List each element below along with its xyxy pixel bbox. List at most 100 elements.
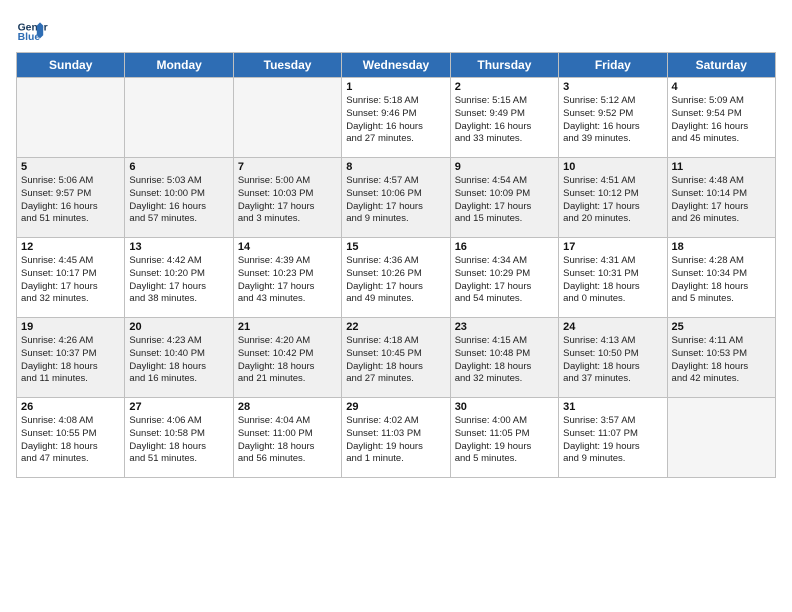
- day-number: 26: [21, 401, 120, 413]
- day-number: 14: [238, 241, 337, 253]
- calendar-cell: 21 Sunrise: 4:20 AM Sunset: 10:42 PM Dayl…: [233, 318, 341, 398]
- calendar-cell: 9 Sunrise: 4:54 AM Sunset: 10:09 PM Dayli…: [450, 158, 558, 238]
- day-number: 27: [129, 401, 228, 413]
- day-number: 11: [672, 161, 771, 173]
- day-info: Sunrise: 4:13 AM Sunset: 10:50 PM Daylig…: [563, 335, 662, 386]
- day-info: Sunrise: 4:48 AM Sunset: 10:14 PM Daylig…: [672, 175, 771, 226]
- calendar-cell: 17 Sunrise: 4:31 AM Sunset: 10:31 PM Dayl…: [559, 238, 667, 318]
- calendar-cell: 31 Sunrise: 3:57 AM Sunset: 11:07 PM Dayl…: [559, 398, 667, 478]
- day-header-monday: Monday: [125, 53, 233, 78]
- day-info: Sunrise: 3:57 AM Sunset: 11:07 PM Daylig…: [563, 415, 662, 466]
- day-number: 9: [455, 161, 554, 173]
- day-number: 18: [672, 241, 771, 253]
- day-number: 13: [129, 241, 228, 253]
- day-number: 15: [346, 241, 445, 253]
- calendar-cell: 18 Sunrise: 4:28 AM Sunset: 10:34 PM Dayl…: [667, 238, 775, 318]
- day-info: Sunrise: 4:26 AM Sunset: 10:37 PM Daylig…: [21, 335, 120, 386]
- day-number: 29: [346, 401, 445, 413]
- calendar-cell: 10 Sunrise: 4:51 AM Sunset: 10:12 PM Dayl…: [559, 158, 667, 238]
- calendar-cell: 28 Sunrise: 4:04 AM Sunset: 11:00 PM Dayl…: [233, 398, 341, 478]
- logo-icon: General Blue: [16, 16, 48, 48]
- calendar-cell: 15 Sunrise: 4:36 AM Sunset: 10:26 PM Dayl…: [342, 238, 450, 318]
- calendar-cell: 16 Sunrise: 4:34 AM Sunset: 10:29 PM Dayl…: [450, 238, 558, 318]
- day-info: Sunrise: 5:12 AM Sunset: 9:52 PM Dayligh…: [563, 95, 662, 146]
- day-number: 4: [672, 81, 771, 93]
- day-info: Sunrise: 4:54 AM Sunset: 10:09 PM Daylig…: [455, 175, 554, 226]
- day-info: Sunrise: 4:04 AM Sunset: 11:00 PM Daylig…: [238, 415, 337, 466]
- calendar-cell: 25Sunrise: 4:11 AM Sunset: 10:53 PM Dayl…: [667, 318, 775, 398]
- logo: General Blue: [16, 16, 48, 48]
- day-info: Sunrise: 4:31 AM Sunset: 10:31 PM Daylig…: [563, 255, 662, 306]
- day-number: 16: [455, 241, 554, 253]
- calendar-cell: [125, 78, 233, 158]
- calendar-cell: 13 Sunrise: 4:42 AM Sunset: 10:20 PM Dayl…: [125, 238, 233, 318]
- calendar-cell: 3 Sunrise: 5:12 AM Sunset: 9:52 PM Daylig…: [559, 78, 667, 158]
- day-info: Sunrise: 4:45 AM Sunset: 10:17 PM Daylig…: [21, 255, 120, 306]
- day-info: Sunrise: 4:57 AM Sunset: 10:06 PM Daylig…: [346, 175, 445, 226]
- calendar-cell: 4 Sunrise: 5:09 AM Sunset: 9:54 PM Daylig…: [667, 78, 775, 158]
- day-header-tuesday: Tuesday: [233, 53, 341, 78]
- day-number: 7: [238, 161, 337, 173]
- calendar-cell: [233, 78, 341, 158]
- day-info: Sunrise: 4:20 AM Sunset: 10:42 PM Daylig…: [238, 335, 337, 386]
- calendar-cell: 29 Sunrise: 4:02 AM Sunset: 11:03 PM Dayl…: [342, 398, 450, 478]
- day-info: Sunrise: 4:06 AM Sunset: 10:58 PM Daylig…: [129, 415, 228, 466]
- day-number: 20: [129, 321, 228, 333]
- day-number: 19: [21, 321, 120, 333]
- calendar-cell: 12 Sunrise: 4:45 AM Sunset: 10:17 PM Dayl…: [17, 238, 125, 318]
- day-header-sunday: Sunday: [17, 53, 125, 78]
- calendar-cell: 1 Sunrise: 5:18 AM Sunset: 9:46 PM Daylig…: [342, 78, 450, 158]
- calendar-cell: 24 Sunrise: 4:13 AM Sunset: 10:50 PM Dayl…: [559, 318, 667, 398]
- day-header-saturday: Saturday: [667, 53, 775, 78]
- day-info: Sunrise: 4:08 AM Sunset: 10:55 PM Daylig…: [21, 415, 120, 466]
- day-info: Sunrise: 4:18 AM Sunset: 10:45 PM Daylig…: [346, 335, 445, 386]
- day-info: Sunrise: 4:11 AM Sunset: 10:53 PM Daylig…: [672, 335, 771, 386]
- day-info: Sunrise: 5:18 AM Sunset: 9:46 PM Dayligh…: [346, 95, 445, 146]
- calendar-cell: 19 Sunrise: 4:26 AM Sunset: 10:37 PM Dayl…: [17, 318, 125, 398]
- day-number: 24: [563, 321, 662, 333]
- day-header-wednesday: Wednesday: [342, 53, 450, 78]
- day-number: 12: [21, 241, 120, 253]
- day-number: 5: [21, 161, 120, 173]
- day-number: 22: [346, 321, 445, 333]
- calendar-cell: 23Sunrise: 4:15 AM Sunset: 10:48 PM Dayl…: [450, 318, 558, 398]
- day-number: 17: [563, 241, 662, 253]
- day-number: 10: [563, 161, 662, 173]
- day-number: 21: [238, 321, 337, 333]
- page-header: General Blue: [16, 16, 776, 48]
- calendar-cell: 22 Sunrise: 4:18 AM Sunset: 10:45 PM Dayl…: [342, 318, 450, 398]
- day-info: Sunrise: 4:42 AM Sunset: 10:20 PM Daylig…: [129, 255, 228, 306]
- calendar-cell: 6 Sunrise: 5:03 AM Sunset: 10:00 PM Dayli…: [125, 158, 233, 238]
- day-info: Sunrise: 5:03 AM Sunset: 10:00 PM Daylig…: [129, 175, 228, 226]
- day-number: 1: [346, 81, 445, 93]
- day-info: Sunrise: 5:06 AM Sunset: 9:57 PM Dayligh…: [21, 175, 120, 226]
- day-number: 31: [563, 401, 662, 413]
- day-header-thursday: Thursday: [450, 53, 558, 78]
- day-number: 6: [129, 161, 228, 173]
- day-info: Sunrise: 5:09 AM Sunset: 9:54 PM Dayligh…: [672, 95, 771, 146]
- calendar-table: SundayMondayTuesdayWednesdayThursdayFrid…: [16, 52, 776, 478]
- day-header-friday: Friday: [559, 53, 667, 78]
- day-info: Sunrise: 4:28 AM Sunset: 10:34 PM Daylig…: [672, 255, 771, 306]
- day-info: Sunrise: 4:39 AM Sunset: 10:23 PM Daylig…: [238, 255, 337, 306]
- calendar-cell: 30Sunrise: 4:00 AM Sunset: 11:05 PM Dayl…: [450, 398, 558, 478]
- day-number: 2: [455, 81, 554, 93]
- calendar-cell: 14 Sunrise: 4:39 AM Sunset: 10:23 PM Dayl…: [233, 238, 341, 318]
- day-info: Sunrise: 4:36 AM Sunset: 10:26 PM Daylig…: [346, 255, 445, 306]
- day-info: Sunrise: 4:02 AM Sunset: 11:03 PM Daylig…: [346, 415, 445, 466]
- calendar-cell: 8 Sunrise: 4:57 AM Sunset: 10:06 PM Dayli…: [342, 158, 450, 238]
- day-info: Sunrise: 5:00 AM Sunset: 10:03 PM Daylig…: [238, 175, 337, 226]
- day-info: Sunrise: 4:34 AM Sunset: 10:29 PM Daylig…: [455, 255, 554, 306]
- day-info: Sunrise: 4:23 AM Sunset: 10:40 PM Daylig…: [129, 335, 228, 386]
- day-number: 28: [238, 401, 337, 413]
- day-number: 30: [455, 401, 554, 413]
- calendar-cell: 5 Sunrise: 5:06 AM Sunset: 9:57 PM Daylig…: [17, 158, 125, 238]
- calendar-cell: 20 Sunrise: 4:23 AM Sunset: 10:40 PM Dayl…: [125, 318, 233, 398]
- day-info: Sunrise: 4:51 AM Sunset: 10:12 PM Daylig…: [563, 175, 662, 226]
- calendar-cell: 26 Sunrise: 4:08 AM Sunset: 10:55 PM Dayl…: [17, 398, 125, 478]
- day-number: 23: [455, 321, 554, 333]
- day-number: 8: [346, 161, 445, 173]
- calendar-cell: [17, 78, 125, 158]
- day-number: 3: [563, 81, 662, 93]
- calendar-cell: 2Sunrise: 5:15 AM Sunset: 9:49 PM Daylig…: [450, 78, 558, 158]
